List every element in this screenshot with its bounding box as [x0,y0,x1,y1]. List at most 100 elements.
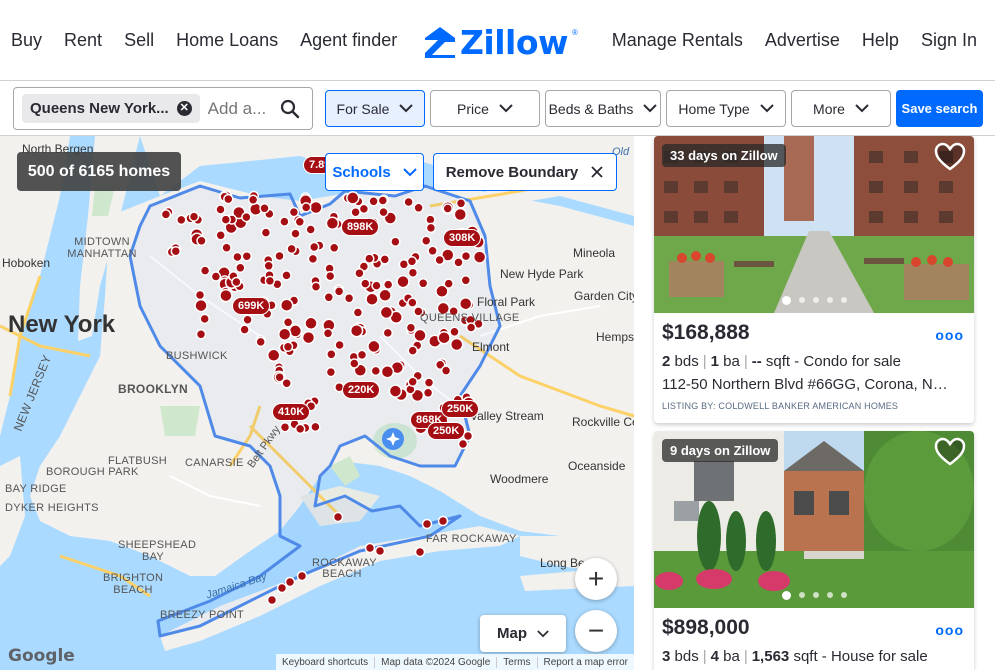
carousel-dot[interactable] [799,592,805,598]
listing-pin[interactable] [160,209,172,220]
listing-pin[interactable] [301,330,316,345]
listing-pin[interactable] [241,211,252,223]
listing-pin[interactable] [370,365,382,377]
listing-pin[interactable] [310,421,321,433]
listing-pin[interactable] [266,348,281,363]
listing-pin[interactable] [300,202,312,213]
price-marker[interactable]: 250K [427,422,466,440]
more-filter[interactable]: More [791,90,891,127]
listing-pin[interactable] [407,376,418,387]
price-marker[interactable]: 250K [441,400,480,418]
listing-pin[interactable] [420,235,432,246]
nav-rent[interactable]: Rent [64,30,102,51]
listing-pin[interactable] [365,292,379,306]
listing-pin[interactable] [422,387,434,399]
photo-carousel-dots[interactable] [782,591,847,600]
listing-pin[interactable] [377,195,389,206]
photo-carousel-dots[interactable] [782,296,847,305]
carousel-dot[interactable] [813,592,819,598]
listing-pin[interactable] [403,196,414,208]
listing-pin[interactable] [367,339,381,354]
listing-pin[interactable] [284,576,296,588]
listing-pin[interactable] [194,298,208,313]
carousel-dot[interactable] [841,297,847,303]
listing-pin[interactable] [425,222,437,234]
nav-help[interactable]: Help [862,30,899,51]
listing-pin[interactable] [460,250,472,262]
price-filter[interactable]: Price [430,90,540,127]
listing-pin[interactable] [457,438,469,450]
listing-pin[interactable] [215,204,226,215]
listing-pin[interactable] [231,276,242,288]
listing-photo[interactable]: 9 days on Zillow [654,431,974,608]
listing-pin[interactable] [413,202,424,214]
listing-pin[interactable] [346,191,360,205]
heart-icon[interactable] [934,142,966,172]
listing-pin[interactable] [294,216,306,228]
map[interactable]: New York Hoboken Mineola Garden City New… [0,136,634,670]
listing-pin[interactable] [264,275,276,287]
listing-pin[interactable] [349,358,360,369]
listing-pin[interactable] [219,288,233,303]
listing-card[interactable]: 9 days on Zillow $898,000 ooo 3 bds | 4 ba… [654,431,974,670]
listing-pin[interactable] [223,193,234,205]
listing-pin[interactable] [379,305,394,320]
listing-pin[interactable] [279,216,290,227]
listing-pin[interactable] [453,257,464,268]
listing-pin[interactable] [199,313,210,325]
for-sale-filter[interactable]: For Sale [325,90,425,127]
listing-pin[interactable] [288,206,300,218]
listing-pin[interactable] [310,281,322,292]
listing-pin[interactable] [325,366,337,378]
nav-home-loans[interactable]: Home Loans [176,30,278,51]
listing-pin[interactable] [239,324,250,335]
listing-pin[interactable] [235,262,246,274]
listing-pin[interactable] [325,216,340,231]
nav-sell[interactable]: Sell [124,30,154,51]
listing-pin[interactable] [332,511,344,523]
listing-pin[interactable] [324,270,336,282]
listing-pin[interactable] [460,275,472,286]
listing-pin[interactable] [210,271,222,282]
listing-pin[interactable] [305,224,316,235]
listing-pin[interactable] [263,260,274,272]
listing-pin[interactable] [343,292,355,304]
listing-pin[interactable] [350,206,361,218]
listing-pin[interactable] [176,214,187,226]
listing-pin[interactable] [354,267,365,279]
schools-button[interactable]: Schools [325,153,424,191]
listing-pin[interactable] [266,594,278,606]
listing-pin[interactable] [360,278,371,289]
nav-buy[interactable]: Buy [11,30,42,51]
listing-pin[interactable] [323,292,335,303]
carousel-dot[interactable] [841,592,847,598]
listing-pin[interactable] [371,280,382,291]
more-options-icon[interactable]: ooo [935,622,964,638]
listing-pin[interactable] [286,243,297,255]
listing-pin[interactable] [356,349,368,361]
listing-pin[interactable] [170,245,182,257]
map-type-button[interactable]: Map [480,615,566,652]
listing-pin[interactable] [434,254,445,266]
listing-pin[interactable] [449,337,464,352]
listing-pin[interactable] [382,279,394,290]
listing-pin[interactable] [232,251,243,263]
listing-pin[interactable] [405,322,417,333]
listing-pin[interactable] [308,241,320,253]
zoom-out-button[interactable]: − [575,610,617,652]
price-marker[interactable]: 699K [232,297,271,315]
listing-pin[interactable] [260,227,272,238]
listing-pin[interactable] [390,236,401,247]
listing-pin[interactable] [364,253,375,264]
listing-pin[interactable] [274,371,285,383]
search-input[interactable] [207,98,272,119]
listing-pin[interactable] [368,196,379,207]
listing-pin[interactable] [195,329,207,340]
listing-pin[interactable] [255,336,266,348]
listing-pin[interactable] [282,341,294,353]
listing-pin[interactable] [281,270,292,281]
listing-pin[interactable] [396,274,410,289]
listing-pin[interactable] [328,242,340,254]
remove-boundary-button[interactable]: Remove Boundary [433,153,617,191]
search-box[interactable]: Queens New York... ✕ [13,87,313,130]
